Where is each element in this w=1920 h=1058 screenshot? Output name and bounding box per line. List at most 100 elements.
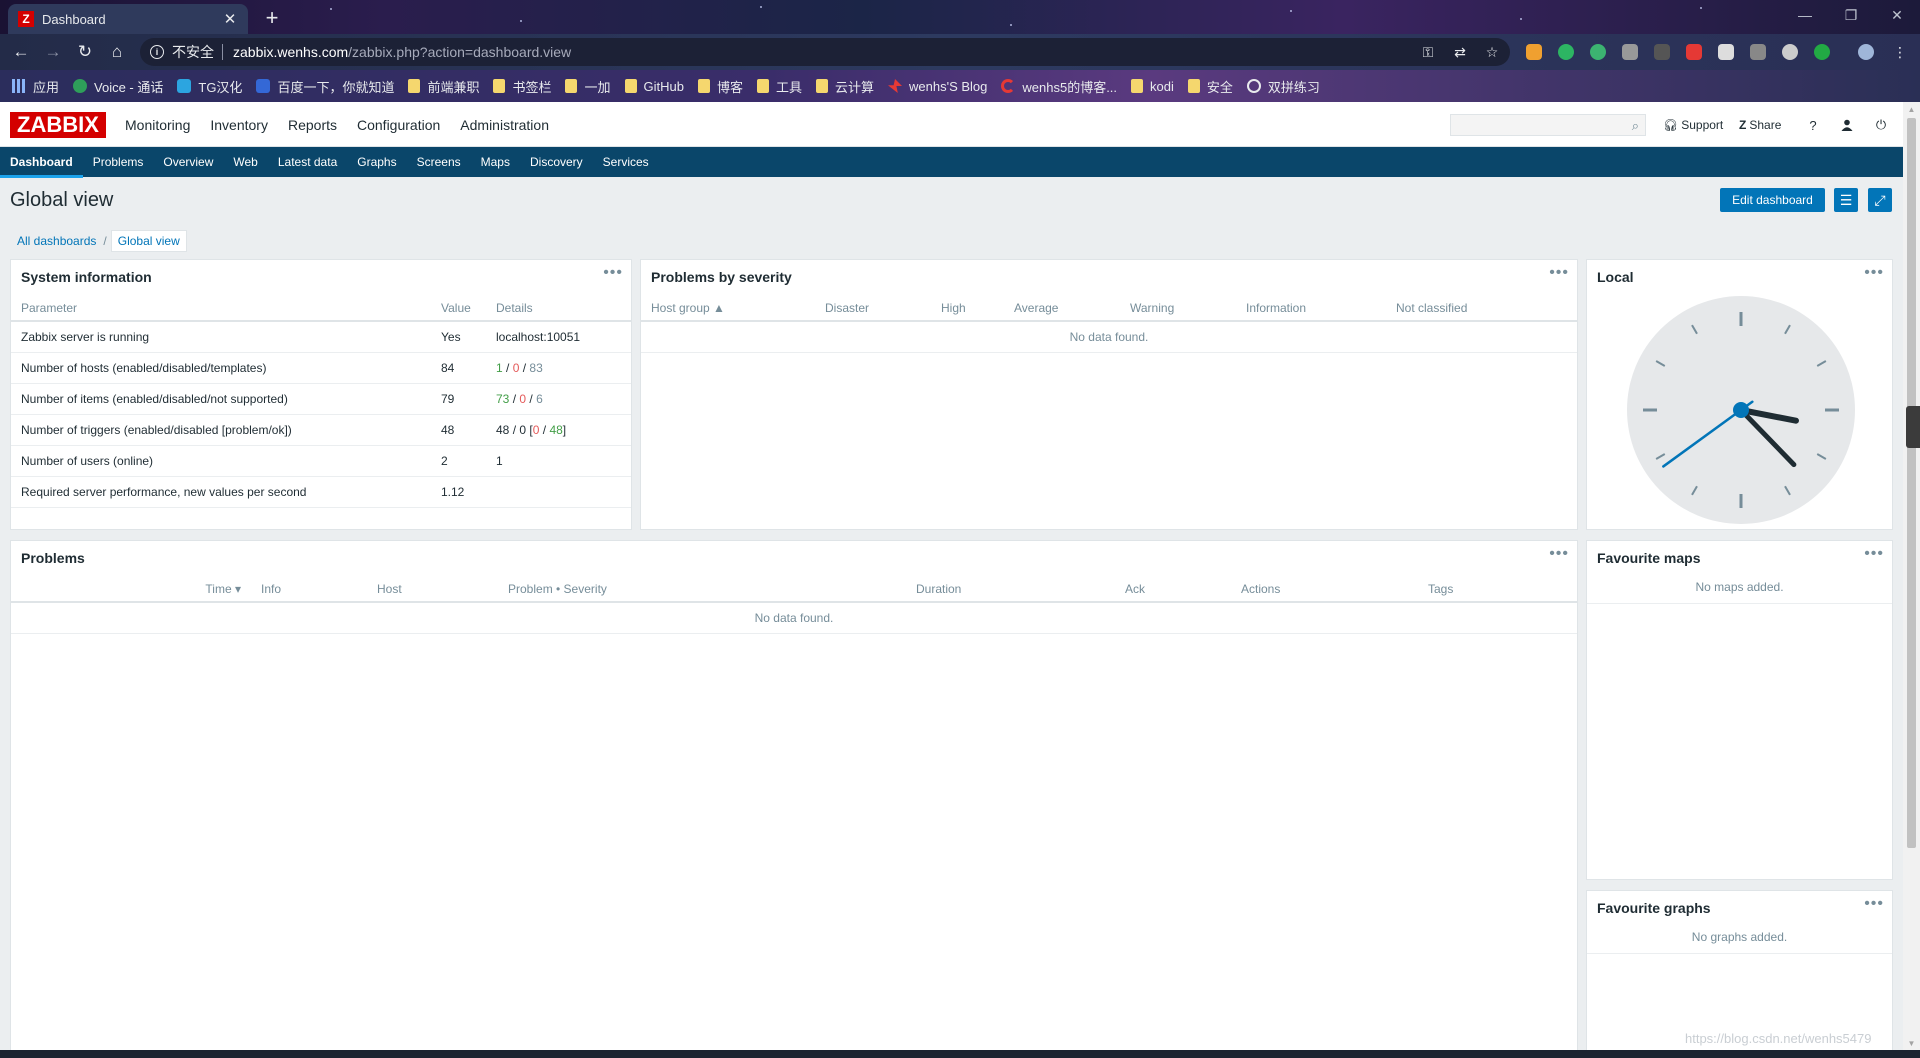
bookmark-star-icon[interactable]: ☆ bbox=[1480, 38, 1504, 66]
bookmark-item[interactable]: TG汉化 bbox=[177, 77, 242, 96]
menu-configuration[interactable]: Configuration bbox=[357, 117, 440, 133]
profile-avatar[interactable] bbox=[1858, 44, 1874, 60]
bookmark-item[interactable]: 百度一下，你就知道 bbox=[256, 77, 394, 96]
submenu-overview[interactable]: Overview bbox=[163, 155, 213, 169]
widget-menu-icon[interactable]: ••• bbox=[1864, 545, 1884, 563]
bookmark-label: 一加 bbox=[584, 79, 611, 95]
decor-star bbox=[1010, 24, 1012, 26]
bookmark-folder[interactable]: 一加 bbox=[565, 77, 611, 96]
side-panel-handle[interactable] bbox=[1906, 406, 1920, 448]
submenu-web[interactable]: Web bbox=[233, 155, 257, 169]
bookmark-folder[interactable]: 前端兼职 bbox=[408, 77, 479, 96]
submenu-services[interactable]: Services bbox=[603, 155, 649, 169]
submenu-maps[interactable]: Maps bbox=[481, 155, 510, 169]
extension-icon[interactable] bbox=[1718, 44, 1734, 60]
table-row: Number of users (online) 2 1 bbox=[11, 445, 631, 477]
support-link[interactable]: 🎧︎ Support bbox=[1663, 114, 1723, 136]
extension-icon[interactable] bbox=[1526, 44, 1542, 60]
decor-star bbox=[520, 20, 522, 22]
folder-icon bbox=[624, 79, 637, 93]
bookmark-folder[interactable]: kodi bbox=[1131, 79, 1174, 94]
zabbix-logo[interactable]: ZABBIX bbox=[10, 112, 106, 138]
menu-monitoring[interactable]: Monitoring bbox=[125, 117, 190, 133]
bookmark-folder[interactable]: 云计算 bbox=[816, 77, 874, 96]
reload-icon[interactable]: ↻ bbox=[72, 40, 98, 64]
submenu-screens[interactable]: Screens bbox=[417, 155, 461, 169]
bookmark-folder[interactable]: 安全 bbox=[1187, 77, 1233, 96]
column-header-host-group[interactable]: Host group ▲ bbox=[641, 295, 815, 322]
baidu-icon bbox=[256, 79, 271, 93]
browser-menu-icon[interactable]: ⋮ bbox=[1888, 38, 1912, 66]
browser-tab-dashboard[interactable]: Z Dashboard ✕ bbox=[8, 4, 248, 34]
details-cell: 73 / 0 / 6 bbox=[486, 383, 631, 415]
extension-icon[interactable] bbox=[1558, 44, 1574, 60]
bookmark-folder[interactable]: 工具 bbox=[756, 77, 802, 96]
sign-out-icon[interactable]: ⏻ bbox=[1870, 114, 1892, 136]
close-window-button[interactable]: ✕ bbox=[1874, 0, 1920, 30]
submenu-problems[interactable]: Problems bbox=[93, 155, 144, 169]
bookmark-item[interactable]: wenhs5的博客... bbox=[1001, 77, 1117, 96]
scrollbar-thumb[interactable] bbox=[1907, 118, 1916, 848]
new-tab-button[interactable]: + bbox=[258, 4, 286, 32]
home-icon[interactable]: ⌂ bbox=[104, 40, 130, 64]
scroll-down-icon[interactable]: ▼ bbox=[1903, 1036, 1920, 1050]
menu-administration[interactable]: Administration bbox=[460, 117, 549, 133]
widget-menu-icon[interactable]: ••• bbox=[1864, 895, 1884, 913]
browser-tab-strip: Z Dashboard ✕ + — ❐ ✕ bbox=[0, 0, 1920, 34]
extension-icon[interactable] bbox=[1622, 44, 1638, 60]
site-info-icon[interactable]: i bbox=[150, 45, 164, 59]
search-icon[interactable]: ⌕ bbox=[1632, 118, 1639, 134]
menu-inventory[interactable]: Inventory bbox=[210, 117, 268, 133]
widget-menu-icon[interactable]: ••• bbox=[1549, 264, 1569, 282]
decor-star bbox=[330, 8, 332, 10]
submenu-discovery[interactable]: Discovery bbox=[530, 155, 583, 169]
bookmark-item[interactable]: 双拼练习 bbox=[1246, 77, 1320, 96]
submenu-graphs[interactable]: Graphs bbox=[357, 155, 396, 169]
templates-count: 83 bbox=[529, 360, 543, 375]
minimize-window-button[interactable]: — bbox=[1782, 0, 1828, 30]
extension-icon[interactable] bbox=[1590, 44, 1606, 60]
page-scrollbar[interactable]: ▲ ▼ bbox=[1903, 102, 1920, 1050]
table-row: Required server performance, new values … bbox=[11, 476, 631, 508]
disabled-count: 0 bbox=[519, 422, 527, 437]
menu-reports[interactable]: Reports bbox=[288, 117, 337, 133]
widget-menu-icon[interactable]: ••• bbox=[603, 264, 623, 282]
close-tab-icon[interactable]: ✕ bbox=[222, 10, 238, 28]
forward-icon[interactable]: → bbox=[40, 40, 66, 64]
extension-icon[interactable] bbox=[1654, 44, 1670, 60]
breadcrumb-all-dashboards[interactable]: All dashboards bbox=[10, 234, 103, 248]
user-profile-icon[interactable] bbox=[1836, 114, 1858, 136]
problems-by-severity-widget: Problems by severity ••• Host group ▲ Di… bbox=[640, 259, 1578, 530]
bookmark-item[interactable]: Voice - 通话 bbox=[73, 77, 163, 96]
restore-window-button[interactable]: ❐ bbox=[1828, 0, 1874, 30]
extension-icon[interactable] bbox=[1686, 44, 1702, 60]
translate-icon[interactable]: ⇄ bbox=[1448, 38, 1472, 66]
submenu-latest-data[interactable]: Latest data bbox=[278, 155, 337, 169]
scroll-up-icon[interactable]: ▲ bbox=[1903, 102, 1920, 116]
bookmark-apps[interactable]: 应用 bbox=[12, 77, 59, 96]
zabbix-favicon-icon: Z bbox=[18, 11, 34, 27]
extension-icon[interactable] bbox=[1782, 44, 1798, 60]
fullscreen-icon[interactable]: ⤢ bbox=[1868, 188, 1892, 212]
bookmark-item[interactable]: wenhs'S Blog bbox=[888, 79, 987, 94]
edit-dashboard-button[interactable]: Edit dashboard bbox=[1720, 188, 1825, 212]
address-bar[interactable]: i 不安全 zabbix.wenhs.com /zabbix.php?actio… bbox=[140, 38, 1510, 66]
widget-menu-icon[interactable]: ••• bbox=[1549, 545, 1569, 563]
no-graphs-message: No graphs added. bbox=[1691, 930, 1788, 944]
breadcrumb-global-view[interactable]: Global view bbox=[110, 230, 187, 252]
column-header-time[interactable]: Time ▾ bbox=[11, 576, 251, 603]
extension-icon[interactable] bbox=[1814, 44, 1830, 60]
bookmark-folder[interactable]: GitHub bbox=[624, 79, 684, 94]
key-icon[interactable]: ⚿ bbox=[1416, 38, 1440, 66]
bookmark-folder[interactable]: 博客 bbox=[697, 77, 743, 96]
search-input[interactable]: ⌕ bbox=[1450, 114, 1646, 136]
widget-menu-icon[interactable]: ••• bbox=[1864, 264, 1884, 282]
share-link[interactable]: Z Share bbox=[1739, 114, 1781, 136]
help-icon[interactable]: ? bbox=[1802, 114, 1824, 136]
submenu-dashboard[interactable]: Dashboard bbox=[0, 155, 83, 178]
bookmark-folder[interactable]: 书签栏 bbox=[493, 77, 551, 96]
dashboard-actions-menu-icon[interactable]: ☰ bbox=[1834, 188, 1858, 212]
back-icon[interactable]: ← bbox=[8, 40, 34, 64]
headset-icon: 🎧︎ bbox=[1663, 118, 1679, 132]
extension-icon[interactable] bbox=[1750, 44, 1766, 60]
